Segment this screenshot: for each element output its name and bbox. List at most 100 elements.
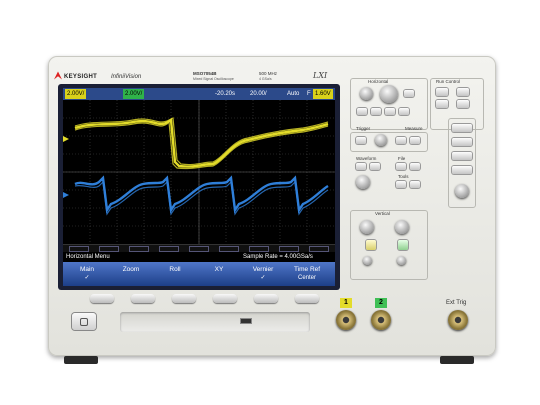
lxi-logo: LXI (313, 71, 328, 80)
vertical-label: Vertical (375, 211, 390, 216)
trigger-label: Trigger (356, 126, 371, 131)
ext-trig-label: Ext Trig (446, 300, 467, 306)
display-button[interactable] (370, 163, 380, 170)
menu-item-xy[interactable]: XY (199, 264, 239, 284)
ch2-number-badge: 2 (375, 298, 387, 308)
default-setup-button[interactable] (436, 100, 448, 108)
softkey-5-button[interactable] (254, 294, 278, 303)
run-control-label: Run Control (436, 79, 461, 84)
ch1-waveform (74, 117, 329, 170)
power-icon (80, 318, 88, 326)
menu-item-main[interactable]: Main ✓ (67, 264, 107, 284)
save-recall-button[interactable] (396, 163, 406, 170)
bar-cell (69, 246, 89, 252)
bar-cell (99, 246, 119, 252)
auto-scale-button[interactable] (457, 100, 469, 108)
softkey-4-button[interactable] (213, 294, 237, 303)
single-button[interactable] (457, 88, 469, 96)
run-stop-button[interactable] (436, 88, 448, 96)
brand-name: KEYSIGHT (64, 74, 98, 80)
waveform-plot (63, 100, 335, 244)
softkey-2-button[interactable] (131, 294, 155, 303)
meas-button[interactable] (410, 137, 420, 144)
trigger-flag: F (307, 91, 311, 97)
trigger-level: 1.60V (313, 89, 333, 99)
menu-item-zoom[interactable]: Zoom (111, 264, 151, 284)
ch2-bnc-connector[interactable] (371, 310, 391, 330)
digital-channel-bar (63, 244, 335, 252)
bar-cell (129, 246, 149, 252)
keysight-logo-icon (54, 71, 62, 80)
softkey-6-button[interactable] (295, 294, 319, 303)
ch2-waveform (74, 175, 329, 216)
navigate-back-button[interactable] (385, 108, 395, 115)
model-number: MSO7054B (193, 71, 217, 76)
ch2-button[interactable] (398, 240, 408, 250)
tools-label: Tools (398, 174, 409, 179)
entry-knob[interactable] (356, 175, 370, 189)
bar-cell (219, 246, 239, 252)
bar-cell (309, 246, 329, 252)
menu-item-label: Roll (169, 266, 181, 273)
horizontal-label: Horizontal (368, 79, 389, 84)
print-button[interactable] (410, 163, 420, 170)
serial-button[interactable] (452, 166, 472, 174)
cursors-button[interactable] (396, 137, 406, 144)
search-button[interactable] (371, 108, 381, 115)
ch2-position-knob[interactable] (397, 256, 406, 265)
delay-readout: -20.20s (215, 91, 236, 97)
acquire-button[interactable] (356, 163, 366, 170)
trigger-level-knob[interactable] (375, 134, 387, 146)
horizontal-position-knob[interactable] (360, 87, 373, 100)
ch1-scale: 2.00V/ (65, 89, 87, 99)
ch1-bnc-connector[interactable] (336, 310, 356, 330)
menu-item-label: Time Ref (293, 266, 321, 273)
ch1-scale-knob[interactable] (360, 220, 374, 234)
right-foot (440, 356, 474, 364)
ch2-scale: 2.00V/ (123, 89, 145, 99)
softkey-1-button[interactable] (90, 294, 114, 303)
horiz-menu-button[interactable] (404, 90, 414, 97)
ch1-number-badge: 1 (340, 298, 352, 308)
model-subtitle: Mixed Signal Oscilloscope (193, 77, 234, 81)
function-knob[interactable] (455, 184, 469, 198)
navigate-forward-button[interactable] (399, 108, 409, 115)
usb-port[interactable] (240, 318, 252, 324)
menu-item-label: Vernier (252, 266, 274, 273)
ch2-scale-knob[interactable] (395, 220, 409, 234)
ch1-ground-marker (63, 136, 69, 142)
measure-label: Measure (405, 126, 423, 131)
softkey-3-button[interactable] (172, 294, 196, 303)
waveform-label: Waveform (356, 156, 377, 161)
file-label: File (398, 156, 406, 161)
ch2-ground-marker (63, 192, 69, 198)
left-foot (64, 356, 98, 364)
sample-rate-label: 4 GSa/s (259, 77, 272, 81)
menu-sample-rate: Sample Rate = 4.00GSa/s (243, 254, 313, 260)
bar-cell (249, 246, 269, 252)
zoom-button[interactable] (357, 108, 367, 115)
ref-button[interactable] (452, 138, 472, 146)
ext-trig-bnc-connector[interactable] (448, 310, 468, 330)
menu-item-vernier[interactable]: Vernier ✓ (243, 264, 283, 284)
display-screen: 2.00V/ 2.00V/ -20.20s 20.00/ Auto F 1.60… (63, 88, 335, 286)
math-button[interactable] (452, 124, 472, 132)
menu-item-sub: Center (297, 275, 316, 281)
timebase-knob[interactable] (380, 85, 398, 103)
trigger-button[interactable] (356, 137, 366, 144)
acq-mode: Auto (287, 91, 300, 97)
menu-item-roll[interactable]: Roll (155, 264, 195, 284)
quick-action-button[interactable] (410, 181, 420, 188)
bar-cell (279, 246, 299, 252)
menu-item-label: Main (79, 266, 95, 273)
utility-button[interactable] (396, 181, 406, 188)
menu-item-label: Zoom (122, 266, 140, 273)
timebase-readout: 20.00/ (250, 91, 267, 97)
digital-button[interactable] (452, 152, 472, 160)
accessory-slot (120, 312, 310, 332)
ch1-button[interactable] (366, 240, 376, 250)
series-name: InfiniiVision (111, 74, 142, 80)
menu-item-time-ref[interactable]: Time Ref Center (287, 264, 327, 284)
status-top-bar: 2.00V/ 2.00V/ -20.20s 20.00/ Auto F 1.60… (63, 88, 335, 100)
ch1-position-knob[interactable] (363, 256, 372, 265)
